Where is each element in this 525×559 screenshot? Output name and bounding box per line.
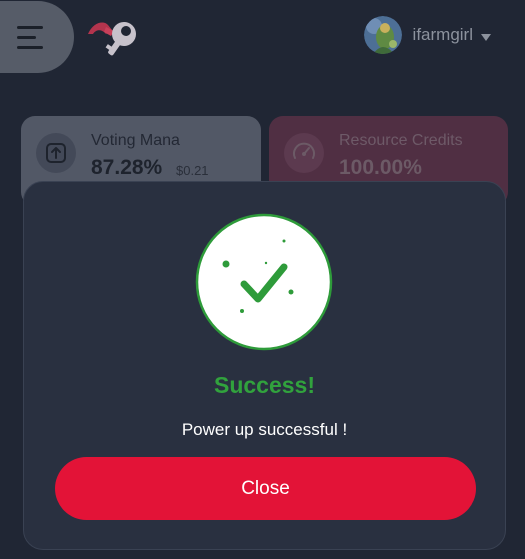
success-check-icon: [195, 213, 333, 351]
hamburger-menu-icon-line: [17, 36, 36, 39]
upload-icon: [36, 133, 76, 173]
success-modal: Success! Power up successful ! Close: [23, 181, 506, 550]
gauge-icon: [284, 133, 324, 173]
chevron-down-icon: [481, 33, 491, 41]
resource-credits-label: Resource Credits: [339, 132, 463, 149]
voting-mana-label: Voting Mana: [91, 132, 180, 149]
success-message: Power up successful !: [181, 420, 348, 439]
menu-button[interactable]: [0, 1, 74, 73]
user-menu[interactable]: ifarmgirl: [363, 15, 491, 55]
user-avatar: [363, 16, 402, 54]
voting-mana-value: 87.28%: [91, 156, 163, 179]
hamburger-menu-icon-line: [17, 46, 43, 49]
hamburger-menu-icon: [17, 26, 43, 29]
success-title: Success!: [213, 372, 315, 398]
username: ifarmgirl: [412, 25, 473, 44]
close-button[interactable]: Close: [55, 457, 476, 520]
voting-mana-dollar-value: $0.21: [176, 163, 209, 178]
resource-credits-value: 100.00%: [339, 156, 422, 179]
key-logo-icon: [84, 14, 144, 60]
